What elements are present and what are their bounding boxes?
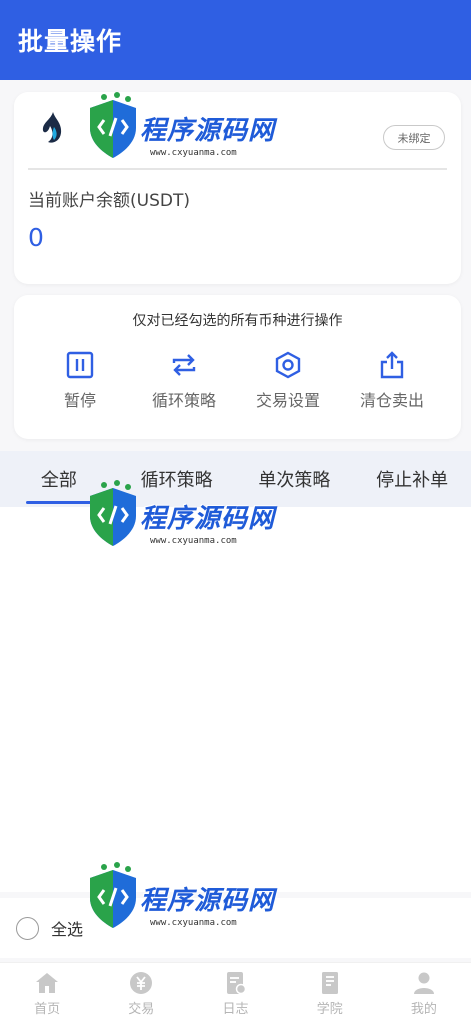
card-divider [28,168,447,170]
tabbar-item-home[interactable]: 首页 [0,963,94,1024]
trade-settings-button[interactable]: 交易设置 [238,350,338,411]
tab-all[interactable]: 全部 [0,451,118,507]
app-root: 批量操作 未绑定 当前账户余额(USDT) 0 仅对已经勾选的所有币种进行操作 … [0,0,471,1024]
strategy-tabs: 全部 循环策略 单次策略 停止补单 [0,451,471,507]
account-card: 未绑定 当前账户余额(USDT) 0 [14,92,461,284]
tabbar-label-academy: 学院 [316,1001,343,1017]
bottom-tabbar: 首页 交易 日志 学院 我的 [0,962,471,1024]
pause-button[interactable]: 暂停 [30,350,130,411]
clear-sell-label: 清仓卖出 [359,391,424,410]
page-title: 批量操作 [18,27,123,56]
header-bar: 批量操作 [0,0,471,80]
tabbar-label-mine: 我的 [410,1001,437,1017]
book-icon [321,971,338,994]
operations-card: 仅对已经勾选的所有币种进行操作 暂停 循环策略 交易设置 清仓卖出 [14,295,461,439]
tab-loop-strategy[interactable]: 循环策略 [118,451,236,507]
exchange-logo-icon [42,112,62,143]
pause-label: 暂停 [63,391,96,410]
tabbar-label-home: 首页 [34,1001,61,1017]
balance-label: 当前账户余额(USDT) [28,191,190,211]
home-icon [36,972,59,993]
share-export-icon [380,351,404,379]
select-all-bar: 全选 [0,898,471,958]
tab-single-strategy[interactable]: 单次策略 [236,451,354,507]
loop-strategy-button[interactable]: 循环策略 [134,350,234,411]
tabbar-item-academy[interactable]: 学院 [283,963,377,1024]
coin-list-area [0,507,471,892]
clear-sell-button[interactable]: 清仓卖出 [342,350,442,411]
operations-hint: 仅对已经勾选的所有币种进行操作 [132,313,343,329]
currency-icon [130,971,153,994]
log-icon [226,971,246,994]
bind-status-badge[interactable]: 未绑定 [383,125,445,150]
tabbar-label-trade: 交易 [128,1001,155,1017]
hexagon-settings-icon [275,351,301,379]
select-all-label[interactable]: 全选 [51,916,83,940]
loop-strategy-label: 循环策略 [151,391,216,410]
select-all-radio[interactable] [16,916,39,940]
tab-stop-replenish[interactable]: 停止补单 [353,451,471,507]
pause-icon [66,351,94,379]
tabbar-label-log: 日志 [222,1001,249,1017]
tabbar-item-log[interactable]: 日志 [188,963,282,1024]
tabbar-item-mine[interactable]: 我的 [377,963,471,1024]
tabbar-item-trade[interactable]: 交易 [94,963,188,1024]
trade-settings-label: 交易设置 [255,391,320,410]
user-icon [413,972,434,994]
balance-value: 0 [28,223,44,252]
repeat-icon [172,354,196,376]
